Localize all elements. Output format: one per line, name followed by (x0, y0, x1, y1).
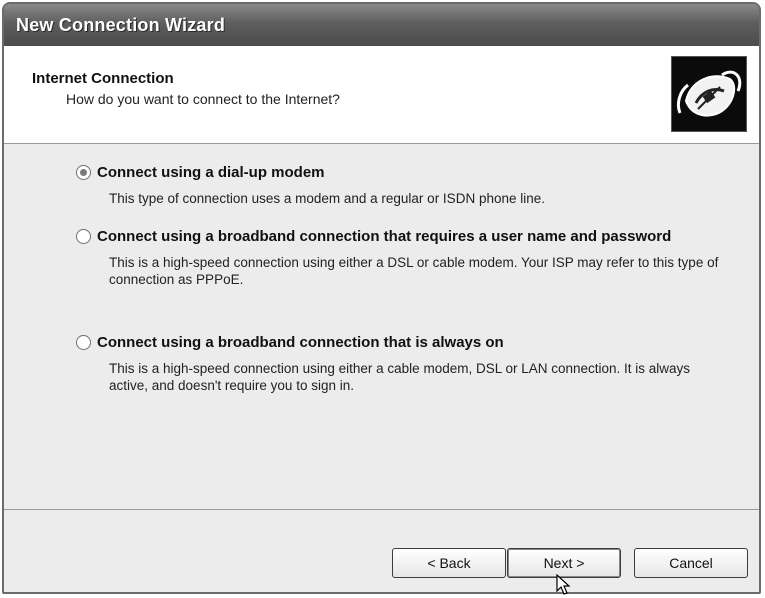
dialup-radio[interactable] (76, 165, 91, 180)
wizard-window: New Connection Wizard Internet Connectio… (2, 2, 761, 594)
network-connection-icon (671, 56, 747, 132)
option-description: This is a high-speed connection using ei… (109, 361, 691, 393)
option-description: This is a high-speed connection using ei… (109, 255, 719, 287)
button-bar: < Back Next > Cancel (4, 509, 759, 592)
option-broadband-always-on[interactable]: Connect using a broadband connection tha… (76, 333, 726, 394)
title-bar[interactable]: New Connection Wizard (4, 4, 759, 47)
cancel-button[interactable]: Cancel (634, 548, 748, 578)
option-description: This type of connection uses a modem and… (109, 191, 545, 206)
wizard-header: Internet Connection How do you want to c… (4, 46, 759, 144)
option-label[interactable]: Connect using a broadband connection tha… (97, 227, 671, 246)
options-panel: Connect using a dial-up modem This type … (4, 144, 759, 508)
broadband-always-on-radio[interactable] (76, 335, 91, 350)
mouse-pointer-icon (556, 574, 571, 595)
page-title: Internet Connection (32, 70, 174, 87)
option-dialup[interactable]: Connect using a dial-up modem This type … (76, 163, 726, 207)
option-label[interactable]: Connect using a broadband connection tha… (97, 333, 504, 352)
option-broadband-pppoe[interactable]: Connect using a broadband connection tha… (76, 227, 726, 288)
broadband-pppoe-radio[interactable] (76, 229, 91, 244)
back-button[interactable]: < Back (392, 548, 506, 578)
window-title: New Connection Wizard (16, 15, 226, 35)
option-label[interactable]: Connect using a dial-up modem (97, 163, 325, 182)
page-subtitle: How do you want to connect to the Intern… (66, 91, 340, 107)
